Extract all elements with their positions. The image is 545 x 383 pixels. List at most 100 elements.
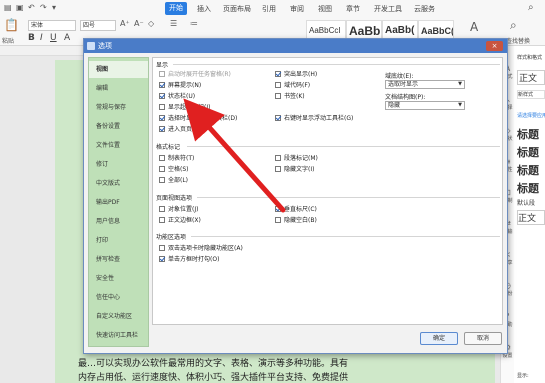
checkbox[interactable] bbox=[275, 166, 281, 172]
field-shading-select[interactable]: 选取时显示 ▼ bbox=[385, 80, 465, 89]
paste-label[interactable]: 粘贴 bbox=[2, 36, 14, 45]
style-heading-item[interactable]: 标题 bbox=[517, 126, 545, 142]
option-highlight[interactable]: 突出显示(H) bbox=[275, 71, 317, 80]
option-double-click-hide[interactable]: 双击选项卡时隐藏功能区(A) bbox=[159, 245, 243, 254]
option-show-placeholder[interactable]: 显示超级标记(I) bbox=[159, 104, 210, 113]
grow-font-icon[interactable]: A⁺ bbox=[120, 19, 130, 28]
tab-review[interactable]: 审阅 bbox=[290, 4, 304, 14]
document-line-2[interactable]: 内存占用低、运行速度快、体积小巧、强大插件平台支持、免费提供 bbox=[78, 370, 348, 383]
body-style-item[interactable]: 正文 bbox=[517, 210, 545, 225]
checkbox[interactable] bbox=[275, 71, 281, 77]
checkbox[interactable] bbox=[275, 206, 281, 212]
tab-chapter[interactable]: 章节 bbox=[346, 4, 360, 14]
checkbox[interactable] bbox=[159, 206, 165, 212]
option-status-bar[interactable]: 状态栏(U) bbox=[159, 93, 195, 102]
tab-home[interactable]: 开始 bbox=[165, 2, 187, 15]
find-replace-icon[interactable]: ⌕ bbox=[510, 18, 517, 33]
option-bookmark[interactable]: 书签(K) bbox=[275, 93, 305, 102]
close-icon[interactable]: × bbox=[486, 41, 503, 51]
option-screen-tips[interactable]: 屏幕提示(N) bbox=[159, 82, 201, 91]
nav-item[interactable]: 修订 bbox=[89, 156, 148, 173]
default-paragraph-item[interactable]: 默认段 bbox=[517, 198, 545, 207]
checkbox[interactable] bbox=[159, 177, 165, 183]
bold-icon[interactable]: B bbox=[28, 33, 35, 43]
nav-item[interactable]: 安全性 bbox=[89, 270, 148, 287]
text-tool-icon[interactable]: A bbox=[470, 20, 478, 34]
nav-item[interactable]: 拼写检查 bbox=[89, 251, 148, 268]
ok-button[interactable]: 确定 bbox=[420, 332, 458, 345]
undo-icon[interactable]: ↶ bbox=[28, 3, 35, 12]
checkbox[interactable] bbox=[159, 166, 165, 172]
option-text-boundary[interactable]: 正文边框(X) bbox=[159, 217, 201, 226]
checkbox[interactable] bbox=[275, 217, 281, 223]
nav-item[interactable]: 文件位置 bbox=[89, 137, 148, 154]
option-space-mark[interactable]: 空格(S) bbox=[159, 166, 189, 175]
checkbox[interactable] bbox=[159, 104, 165, 110]
checkbox[interactable] bbox=[159, 71, 165, 77]
option-paragraph-mark[interactable]: 段落标记(M) bbox=[275, 155, 318, 164]
nav-item[interactable]: 备份设置 bbox=[89, 118, 148, 135]
tab-page-layout[interactable]: 页面布局 bbox=[223, 4, 251, 14]
checkbox[interactable] bbox=[275, 115, 281, 121]
option-hide-blank[interactable]: 隐藏空白(B) bbox=[275, 217, 317, 226]
new-style-button[interactable]: 新样式 bbox=[517, 90, 545, 99]
doc-structure-select[interactable]: 隐藏 ▼ bbox=[385, 101, 465, 110]
dropdown-icon[interactable]: ▾ bbox=[52, 3, 56, 12]
option-startup-taskpane[interactable]: 启动时展开任务窗格(R) bbox=[159, 71, 231, 80]
nav-item[interactable]: 输出PDF bbox=[89, 194, 148, 211]
bullets-icon[interactable]: ☰ bbox=[170, 19, 177, 28]
nav-item[interactable]: 快速访问工具栏 bbox=[89, 327, 148, 344]
checkbox[interactable] bbox=[159, 115, 165, 121]
redo-icon[interactable]: ↷ bbox=[40, 3, 47, 12]
cancel-button[interactable]: 取消 bbox=[464, 332, 502, 345]
save-icon[interactable]: ▣ bbox=[16, 3, 24, 12]
option-all-marks[interactable]: 全部(L) bbox=[159, 177, 188, 186]
document-line-1[interactable]: 最…可以实现办公软件最常用的文字、表格、演示等多种功能。具有 bbox=[78, 356, 348, 369]
tab-view[interactable]: 视图 bbox=[318, 4, 332, 14]
checkbox[interactable] bbox=[159, 93, 165, 99]
option-object-position[interactable]: 对象位置(J) bbox=[159, 206, 198, 215]
option-right-click-toolbar[interactable]: 右键时显示浮动工具栏(G) bbox=[275, 115, 353, 124]
font-color-icon[interactable]: A bbox=[64, 33, 70, 43]
nav-item[interactable]: 自定义功能区 bbox=[89, 308, 148, 325]
style-heading-item[interactable]: 标题 bbox=[517, 162, 545, 178]
nav-item[interactable]: 视图 bbox=[89, 61, 148, 78]
nav-item[interactable]: 中文版式 bbox=[89, 175, 148, 192]
font-size-select[interactable]: 四号 bbox=[80, 20, 116, 31]
checkbox[interactable] bbox=[275, 93, 281, 99]
option-single-click-check[interactable]: 单击方框时打勾(O) bbox=[159, 256, 219, 265]
nav-item[interactable]: 用户信息 bbox=[89, 213, 148, 230]
dialog-title-bar[interactable]: 选项 × bbox=[84, 39, 507, 53]
current-style-box[interactable]: 正文 bbox=[517, 70, 545, 85]
tab-cloud[interactable]: 云服务 bbox=[414, 4, 435, 14]
nav-item[interactable]: 常规与保存 bbox=[89, 99, 148, 116]
tab-insert[interactable]: 插入 bbox=[197, 4, 211, 14]
checkbox[interactable] bbox=[275, 155, 281, 161]
file-icon[interactable]: ▤ bbox=[4, 3, 12, 12]
nav-item[interactable]: 编辑 bbox=[89, 80, 148, 97]
checkbox[interactable] bbox=[159, 82, 165, 88]
shrink-font-icon[interactable]: A⁻ bbox=[134, 19, 144, 28]
option-enter-page[interactable]: 进入页页眉(F) bbox=[159, 126, 206, 135]
numbering-icon[interactable]: ≔ bbox=[190, 19, 198, 28]
find-replace-label[interactable]: 查找替换 bbox=[506, 36, 530, 45]
nav-item[interactable]: 信任中心 bbox=[89, 289, 148, 306]
font-name-select[interactable]: 宋体 bbox=[28, 20, 76, 31]
checkbox[interactable] bbox=[159, 155, 165, 161]
nav-item[interactable]: 打印 bbox=[89, 232, 148, 249]
option-select-float-toolbar[interactable]: 选择时显示浮动工具栏(D) bbox=[159, 115, 237, 124]
tab-references[interactable]: 引用 bbox=[262, 4, 276, 14]
paste-icon[interactable]: 📋 bbox=[4, 18, 19, 32]
option-hidden-text[interactable]: 隐藏文字(I) bbox=[275, 166, 314, 175]
checkbox[interactable] bbox=[159, 256, 165, 262]
checkbox[interactable] bbox=[159, 217, 165, 223]
italic-icon[interactable]: I bbox=[40, 33, 43, 43]
option-vertical-ruler[interactable]: 垂直标尺(C) bbox=[275, 206, 317, 215]
option-tab-mark[interactable]: 制表符(T) bbox=[159, 155, 194, 164]
search-icon[interactable]: ⌕ bbox=[528, 2, 540, 14]
option-field-code[interactable]: 域代码(F) bbox=[275, 82, 310, 91]
tab-developer[interactable]: 开发工具 bbox=[374, 4, 402, 14]
clear-format-icon[interactable]: ◇ bbox=[148, 19, 154, 28]
style-heading-item[interactable]: 标题 bbox=[517, 144, 545, 160]
checkbox[interactable] bbox=[159, 245, 165, 251]
